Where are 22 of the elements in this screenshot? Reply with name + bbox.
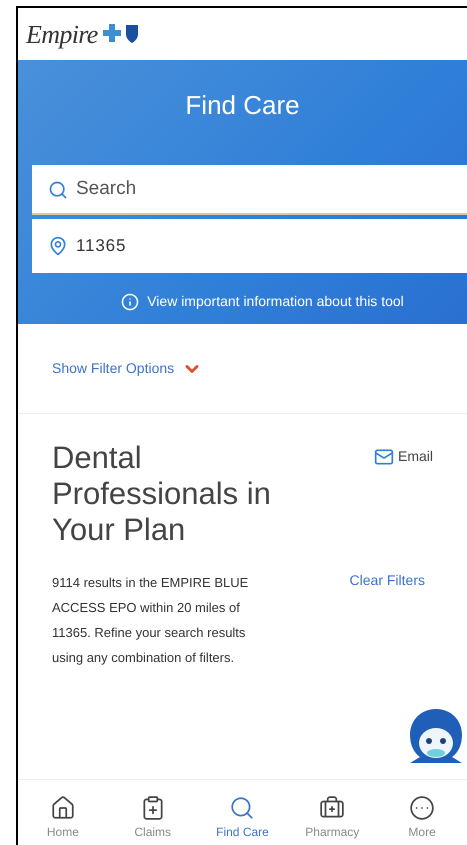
envelope-icon xyxy=(374,446,394,466)
filter-toggle[interactable]: Show Filter Options xyxy=(18,324,467,414)
info-link[interactable]: View important information about this tool xyxy=(121,291,404,312)
nav-tab[interactable]: More xyxy=(377,780,467,841)
location-pin-icon xyxy=(48,236,68,256)
logo: Empire xyxy=(26,14,142,54)
search-icon xyxy=(48,180,68,200)
nav-tab[interactable]: Claims xyxy=(108,780,198,841)
results-heading: Dental Professionals in Your Plan xyxy=(52,440,272,548)
nav-tab[interactable]: Find Care xyxy=(198,780,288,841)
results-summary: 9114 results in the EMPIRE BLUE ACCESS EPO within 20 miles of 11365. Refine your search results using any combination of filters. xyxy=(52,574,250,667)
clear-filters-link[interactable]: Clear Filters xyxy=(350,570,425,591)
menu-icon xyxy=(409,795,436,821)
page-title: Find Care xyxy=(184,89,301,122)
home-icon xyxy=(50,795,76,821)
email-button[interactable]: Email xyxy=(374,446,433,467)
search-field[interactable]: Search xyxy=(32,165,467,215)
nav-tab[interactable]: Pharmacy xyxy=(287,780,378,841)
location-field[interactable]: 11365 xyxy=(32,219,467,273)
search-icon xyxy=(229,795,256,821)
nav-tab[interactable]: Home xyxy=(18,780,108,841)
info-icon xyxy=(121,292,140,310)
